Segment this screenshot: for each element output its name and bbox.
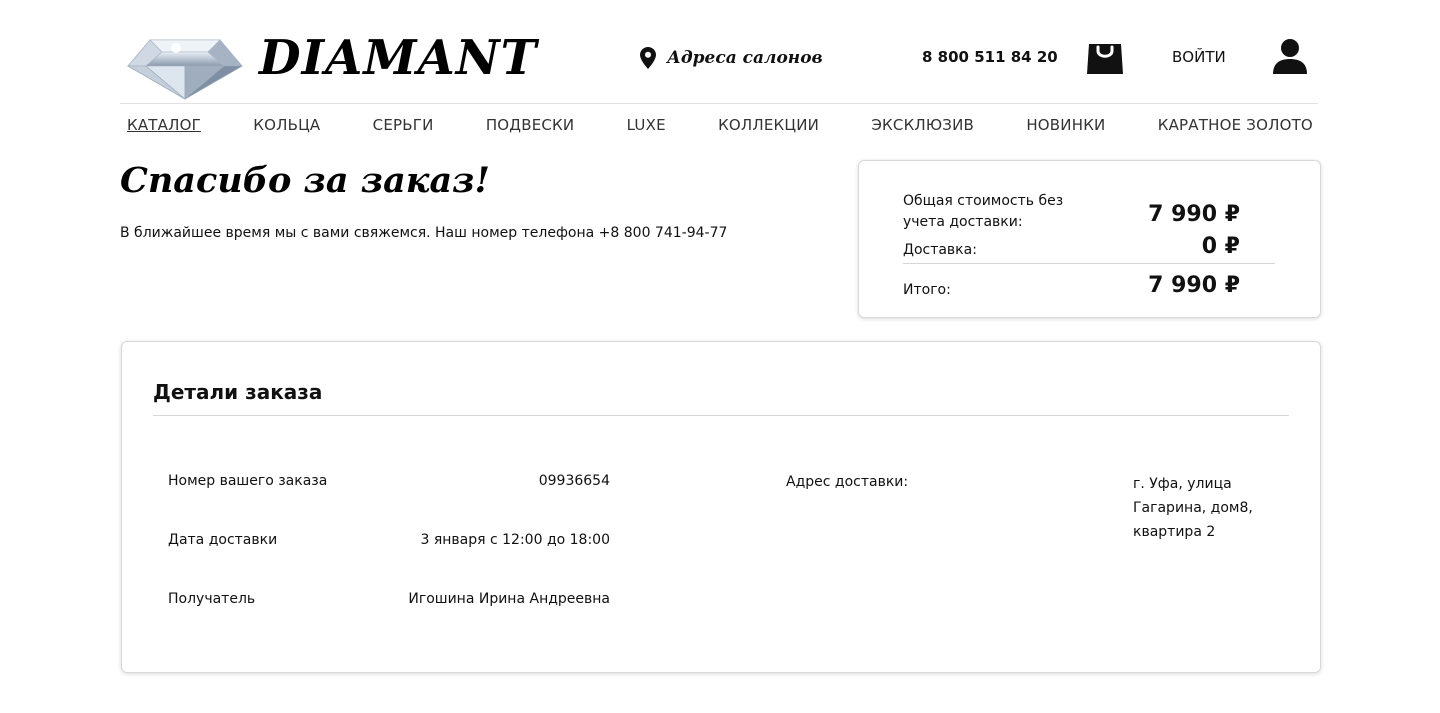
brand-logo-text[interactable]: DIAMANT	[259, 28, 537, 88]
map-pin-icon	[640, 47, 656, 69]
nav-item-catalog[interactable]: КАТАЛОГ	[127, 116, 201, 134]
header-phone[interactable]: 8 800 511 84 20	[922, 48, 1058, 66]
nav-item-carat-gold[interactable]: КАРАТНОЕ ЗОЛОТО	[1158, 116, 1313, 134]
total-value: 7 990 ₽	[1148, 273, 1240, 298]
login-link[interactable]: ВОЙТИ	[1172, 48, 1226, 66]
order-number-value: 09936654	[538, 473, 610, 489]
diamond-logo-icon[interactable]	[126, 30, 244, 100]
order-number-label: Номер вашего заказа	[168, 473, 328, 489]
details-divider	[153, 415, 1289, 416]
nav-item-earrings[interactable]: СЕРЬГИ	[373, 116, 434, 134]
nav-item-collections[interactable]: КОЛЛЕКЦИИ	[718, 116, 819, 134]
order-summary-card: Общая стоимость без учета доставки: 7 99…	[858, 160, 1321, 318]
store-addresses-label: Адреса салонов	[667, 48, 823, 68]
order-details-title: Детали заказа	[153, 380, 323, 404]
delivery-label: Доставка:	[903, 242, 977, 258]
delivery-date-label: Дата доставки	[168, 532, 278, 548]
page-title: Спасибо за заказ!	[120, 160, 490, 201]
nav-item-rings[interactable]: КОЛЬЦА	[253, 116, 320, 134]
main-navigation: КАТАЛОГ КОЛЬЦА СЕРЬГИ ПОДВЕСКИ LUXE КОЛЛ…	[127, 116, 1313, 134]
nav-item-pendants[interactable]: ПОДВЕСКИ	[486, 116, 575, 134]
subtotal-value: 7 990 ₽	[1148, 202, 1240, 227]
delivery-date-value: 3 января с 12:00 до 18:00	[420, 532, 610, 548]
delivery-value: 0 ₽	[1201, 234, 1240, 259]
delivery-address-label: Адрес доставки:	[786, 474, 909, 490]
user-icon[interactable]	[1272, 38, 1308, 76]
recipient-value: Игошина Ирина Андреевна	[408, 591, 610, 607]
site-header: DIAMANT Адреса салонов 8 800 511 84 20 В…	[120, 0, 1318, 104]
subtotal-label: Общая стоимость без учета доставки:	[903, 193, 1064, 230]
nav-item-new[interactable]: НОВИНКИ	[1026, 116, 1105, 134]
nav-item-luxe[interactable]: LUXE	[627, 116, 666, 134]
order-details-card: Детали заказа Номер вашего заказа 099366…	[121, 341, 1321, 673]
total-label: Итого:	[903, 282, 951, 298]
thanks-message: В ближайшее время мы с вами свяжемся. На…	[120, 225, 728, 241]
shopping-bag-icon[interactable]	[1086, 38, 1124, 76]
summary-divider	[903, 263, 1275, 264]
recipient-label: Получатель	[168, 591, 256, 607]
nav-item-exclusive[interactable]: ЭКСКЛЮЗИВ	[871, 116, 974, 134]
store-addresses-link[interactable]: Адреса салонов	[640, 44, 823, 72]
delivery-address-value: г. Уфа, улица Гагарина, дом8, квартира 2	[1133, 476, 1253, 540]
